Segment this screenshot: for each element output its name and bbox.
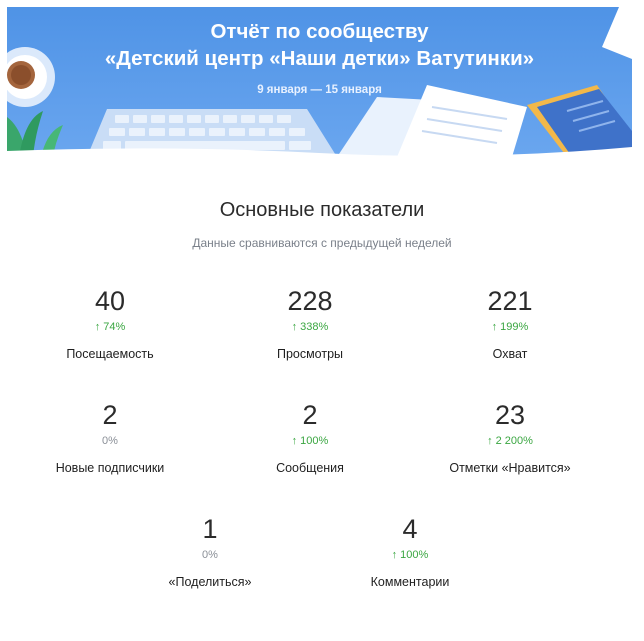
section-subtitle: Данные сравниваются с предыдущей неделей <box>192 236 452 250</box>
stat-change: ↑ 2 200% <box>410 434 610 448</box>
stat-label: Посещаемость <box>66 347 154 361</box>
report-title-line2: «Детский центр «Наши детки» Ватутинки» <box>104 47 535 70</box>
stat-likes: 23 ↑ 2 200% Отметки «Нравится» <box>410 400 610 476</box>
arrow-up-icon: ↑ <box>491 321 498 333</box>
stat-value: 4 <box>402 514 418 544</box>
stat-value: 228 <box>287 286 333 316</box>
stat-label: Комментарии <box>370 575 450 589</box>
stat-change: ↑ 199% <box>410 320 610 334</box>
report-title: Отчёт по сообществу «Детский центр «Наши… <box>7 18 632 72</box>
report-date-range: 9 января — 15 января <box>257 84 382 96</box>
stat-change-value: 100% <box>400 549 429 561</box>
stat-new-subscribers: 2 0% Новые подписчики <box>10 400 210 476</box>
arrow-up-icon: ↑ <box>94 321 101 333</box>
stat-label: Отметки «Нравится» <box>449 461 571 475</box>
stat-label: Охват <box>492 347 528 361</box>
arrow-up-icon: ↑ <box>391 549 398 561</box>
arrow-up-icon: ↑ <box>291 321 298 333</box>
stat-value: 221 <box>487 286 533 316</box>
report-header-banner: Отчёт по сообществу «Детский центр «Наши… <box>7 7 632 157</box>
stat-change-value: 100% <box>300 435 329 447</box>
stat-value: 2 <box>302 400 318 430</box>
stat-comments: 4 ↑ 100% Комментарии <box>310 514 510 590</box>
stat-views: 228 ↑ 338% Просмотры <box>210 286 410 362</box>
stat-value: 40 <box>94 286 126 316</box>
stat-value: 23 <box>494 400 526 430</box>
report-title-line1: Отчёт по сообществу <box>210 20 429 43</box>
stat-label: Просмотры <box>276 347 344 361</box>
arrow-up-icon: ↑ <box>487 435 493 447</box>
stat-label: Новые подписчики <box>55 461 165 475</box>
stat-change-value: 0% <box>202 549 218 561</box>
stat-shares: 1 0% «Поделиться» <box>110 514 310 590</box>
stat-change: 0% <box>110 548 310 562</box>
stat-change: ↑ 100% <box>310 548 510 562</box>
stat-label: «Поделиться» <box>168 575 252 589</box>
stat-change-value: 0% <box>102 435 118 447</box>
stat-reach: 221 ↑ 199% Охват <box>410 286 610 362</box>
stat-label: Сообщения <box>276 461 344 475</box>
stat-change: ↑ 100% <box>210 434 410 448</box>
stat-change-value: 338% <box>300 321 329 333</box>
stat-change-value: 74% <box>103 321 126 333</box>
stat-value: 1 <box>202 514 218 544</box>
stat-change: 0% <box>10 434 210 448</box>
arrow-up-icon: ↑ <box>291 435 298 447</box>
stat-change-value: 199% <box>500 321 529 333</box>
stat-change: ↑ 338% <box>210 320 410 334</box>
stat-change: ↑ 74% <box>10 320 210 334</box>
section-title: Основные показатели <box>219 199 425 221</box>
stat-messages: 2 ↑ 100% Сообщения <box>210 400 410 476</box>
stat-value: 2 <box>102 400 118 430</box>
stat-change-value: 2 200% <box>495 435 533 447</box>
stat-visits: 40 ↑ 74% Посещаемость <box>10 286 210 362</box>
